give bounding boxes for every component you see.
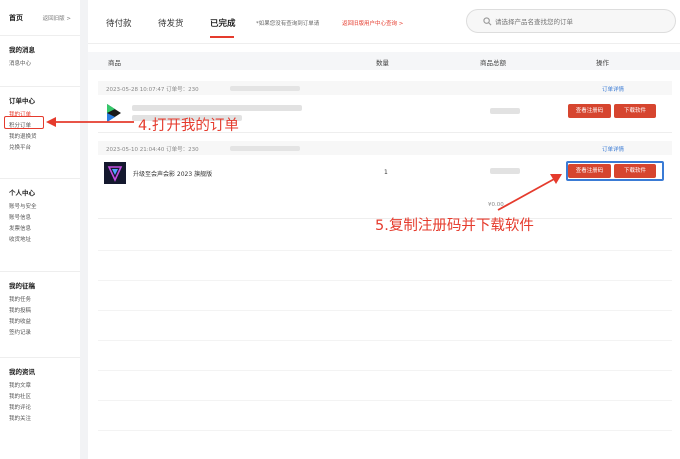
header-product: 商品 [108, 59, 121, 67]
blurred-order-number [230, 86, 300, 91]
active-tab-indicator [210, 36, 234, 38]
blurred-total [490, 108, 520, 114]
sidebar-item-invoice[interactable]: 发票信息 [9, 224, 71, 235]
home-link[interactable]: 首页 [9, 13, 23, 23]
sidebar-item-account-security[interactable]: 账号与安全 [9, 202, 71, 213]
tab-completed[interactable]: 已完成 [210, 17, 236, 29]
sidebar-item-earnings[interactable]: 我的收益 [9, 317, 71, 328]
header-action: 操作 [596, 59, 609, 67]
sidebar-group-orders: 订单中心 我的订单 积分订单 我的退换货 兑换平台 [0, 87, 80, 179]
sidebar-item-community[interactable]: 我的社区 [9, 392, 71, 403]
sidebar-item-contracts[interactable]: 签约记录 [9, 328, 71, 339]
row-divider [98, 400, 672, 401]
annotation-step4: 4.打开我的订单 [138, 118, 239, 134]
product-thumbnail [104, 162, 126, 184]
row-divider [98, 340, 672, 341]
order-datetime: 2023-05-10 21:04:40 订单号：230 [106, 147, 199, 153]
sidebar-group-title: 我的资讯 [9, 368, 35, 376]
search-icon [483, 17, 492, 26]
row-divider [98, 310, 672, 311]
sidebar-group-title: 订单中心 [9, 97, 35, 105]
annotation-step5: 5.复制注册码并下载软件 [375, 218, 534, 234]
product-name[interactable]: 升级至会声会影 2023 旗舰版 [133, 169, 212, 178]
my-orders-highlight [4, 116, 44, 129]
row-divider [98, 280, 672, 281]
order-detail-link[interactable]: 订单详情 [602, 145, 624, 153]
order-meta: 2023-05-28 10:07:47 订单号：230 订单详情 [98, 81, 672, 95]
order-detail-link[interactable]: 订单详情 [602, 85, 624, 93]
order-qty: 1 [384, 169, 388, 176]
tab-pending-payment[interactable]: 待付款 [106, 17, 132, 29]
order-meta: 2023-05-10 21:04:40 订单号：230 订单详情 [98, 141, 672, 155]
row-divider [98, 430, 672, 431]
download-software-button[interactable]: 下载软件 [614, 104, 656, 118]
sidebar-item-following[interactable]: 我的关注 [9, 414, 71, 425]
notice-text: *如果您没有查询到订单请 [256, 21, 320, 27]
header-qty: 数量 [376, 59, 389, 67]
sidebar-group-messages: 我的消息 消息中心 [0, 36, 80, 87]
order-datetime: 2023-05-28 10:07:47 订单号：230 [106, 87, 199, 93]
old-version-link[interactable]: 返回旧版 > [43, 14, 71, 22]
sidebar-item-submissions[interactable]: 我的投稿 [9, 306, 71, 317]
sidebar-item-exchange[interactable]: 兑换平台 [9, 143, 71, 154]
old-center-link[interactable]: 返回旧版用户中心查询 > [342, 19, 403, 27]
sidebar-item-comments[interactable]: 我的评论 [9, 403, 71, 414]
blurred-product-name [132, 105, 302, 111]
row-divider [98, 370, 672, 371]
sidebar-item-returns[interactable]: 我的退换货 [9, 132, 71, 143]
blurred-order-number [230, 146, 300, 151]
sidebar: 首页 返回旧版 > 我的消息 消息中心 订单中心 我的订单 积分订单 我的退换货… [0, 0, 80, 459]
sidebar-header: 首页 返回旧版 > [0, 0, 80, 36]
blurred-total [490, 168, 520, 174]
sidebar-item-articles[interactable]: 我的文章 [9, 381, 71, 392]
sidebar-group-title: 我的消息 [9, 46, 35, 54]
tab-pending-shipment[interactable]: 待发货 [158, 17, 184, 29]
sidebar-group-personal: 个人中心 账号与安全 账号信息 发票信息 收货地址 [0, 179, 80, 272]
sidebar-group-news: 我的资讯 我的文章 我的社区 我的评论 我的关注 [0, 358, 80, 459]
row-divider [98, 250, 672, 251]
product-thumbnail [104, 102, 126, 124]
sidebar-item-address[interactable]: 收货地址 [9, 235, 71, 246]
order-total: ¥0.00 [488, 202, 504, 208]
sidebar-item-message-center[interactable]: 消息中心 [9, 59, 71, 70]
view-reg-code-button[interactable]: 查看注册码 [568, 104, 611, 118]
order-search[interactable] [466, 9, 676, 33]
buttons-highlight [566, 161, 664, 181]
sidebar-item-tasks[interactable]: 我的任务 [9, 295, 71, 306]
order-tabs: 待付款 待发货 已完成 *如果您没有查询到订单请 返回旧版用户中心查询 > [88, 0, 680, 44]
sidebar-item-account-info[interactable]: 账号信息 [9, 213, 71, 224]
sidebar-group-submissions: 我的征稿 我的任务 我的投稿 我的收益 签约记录 [0, 272, 80, 358]
table-header: 商品 数量 商品总额 操作 [88, 52, 680, 70]
sidebar-group-title: 我的征稿 [9, 282, 35, 290]
search-input[interactable] [495, 14, 665, 30]
header-total: 商品总额 [480, 59, 506, 67]
sidebar-group-title: 个人中心 [9, 189, 35, 197]
